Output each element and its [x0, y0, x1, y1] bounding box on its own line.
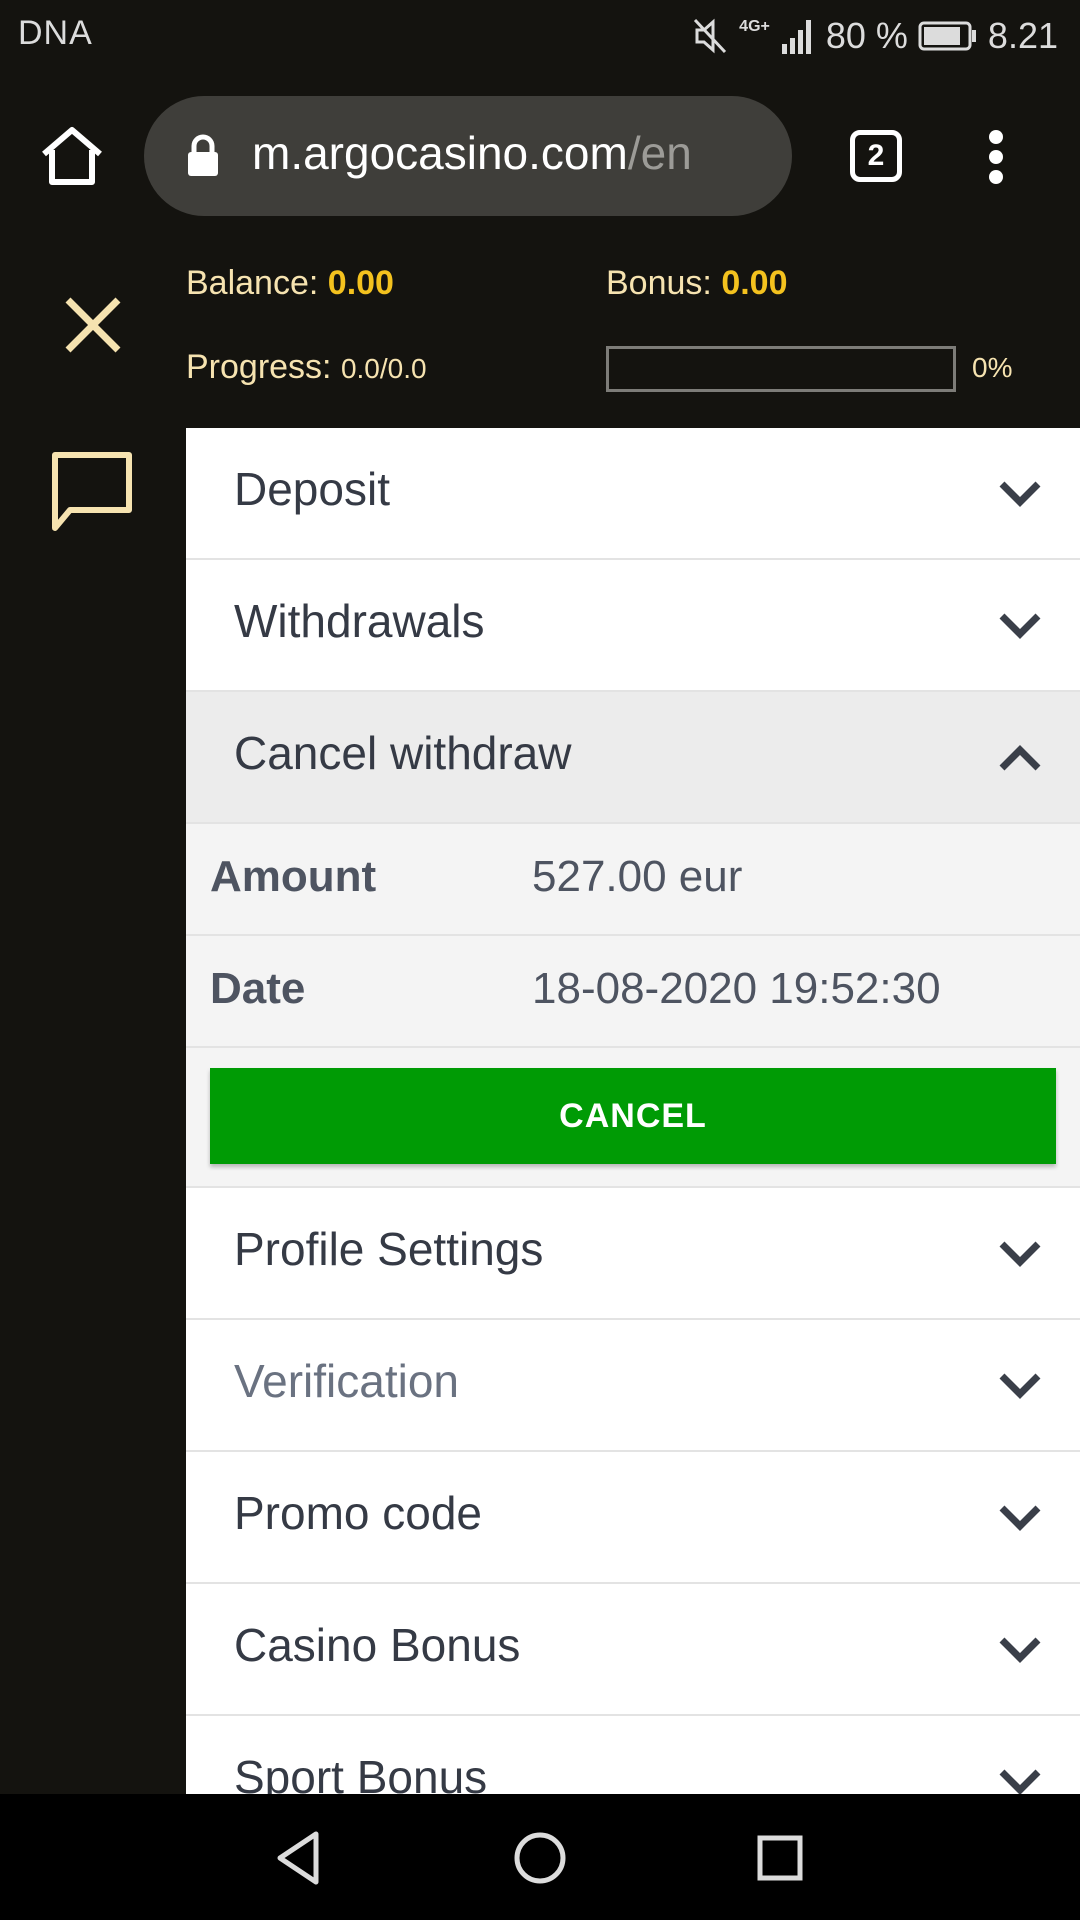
menu-item-casino-bonus[interactable]: Casino Bonus — [186, 1584, 1080, 1716]
date-value: 18-08-2020 19:52:30 — [532, 964, 941, 1013]
progress-value: 0.0/0.0 — [340, 353, 427, 384]
recents-icon[interactable] — [748, 1826, 812, 1890]
navigation-bar — [0, 1794, 1080, 1920]
carrier-name: DNA — [18, 14, 93, 52]
home-icon[interactable] — [38, 124, 106, 188]
tab-switcher-button[interactable]: 2 — [850, 130, 902, 182]
amount-value: 527.00 eur — [532, 852, 743, 901]
menu-item-deposit[interactable]: Deposit — [186, 428, 1080, 560]
menu-item-label: Withdrawals — [234, 595, 485, 647]
cancel-button-container: CANCEL — [186, 1048, 1080, 1188]
menu-item-label: Verification — [234, 1355, 460, 1407]
menu-item-verification[interactable]: Verification — [186, 1320, 1080, 1452]
lock-icon — [188, 134, 218, 176]
back-icon[interactable] — [268, 1826, 332, 1890]
chevron-down-icon — [999, 481, 1041, 507]
battery-icon — [918, 21, 976, 51]
chevron-down-icon — [999, 613, 1041, 639]
balance-display: Balance: 0.00 — [186, 264, 394, 303]
chevron-down-icon — [999, 1505, 1041, 1531]
cancel-withdraw-button[interactable]: CANCEL — [210, 1068, 1056, 1164]
browser-toolbar: m.argocasino.com/en 2 — [0, 72, 1080, 240]
withdraw-date-row: Date 18-08-2020 19:52:30 — [186, 936, 1080, 1048]
network-type: 4G+ — [739, 18, 770, 35]
status-bar: DNA 4G+ 80 % 8.21 — [0, 0, 1080, 72]
menu-item-label: Casino Bonus — [234, 1619, 521, 1671]
bonus-display: Bonus: 0.00 — [606, 264, 788, 303]
mute-icon — [694, 18, 727, 54]
balance-label: Balance: — [186, 264, 319, 302]
balance-value: 0.00 — [327, 264, 394, 302]
address-bar[interactable]: m.argocasino.com/en — [144, 96, 792, 216]
chevron-down-icon — [999, 1637, 1041, 1663]
url-path: /en — [627, 127, 692, 179]
progress-display: Progress: 0.0/0.0 — [186, 348, 427, 387]
chevron-down-icon — [999, 1241, 1041, 1267]
bonus-value: 0.00 — [721, 264, 788, 302]
amount-label: Amount — [210, 852, 377, 901]
home-circle-icon[interactable] — [508, 1826, 572, 1890]
progress-label: Progress: — [186, 348, 332, 386]
chevron-down-icon — [999, 1373, 1041, 1399]
status-icons: 4G+ 80 % 8.21 — [693, 12, 1058, 60]
battery-percent: 80 % — [825, 15, 908, 56]
withdraw-amount-row: Amount 527.00 eur — [186, 824, 1080, 936]
menu-item-label: Deposit — [234, 463, 390, 515]
clock: 8.21 — [987, 15, 1058, 56]
chat-icon[interactable] — [50, 450, 134, 534]
menu-item-promo-code[interactable]: Promo code — [186, 1452, 1080, 1584]
menu-item-label: Promo code — [234, 1487, 483, 1539]
progress-percent: 0% — [972, 352, 1013, 383]
menu-item-sport-bonus[interactable]: Sport Bonus — [186, 1716, 1080, 1794]
menu-item-label: Sport Bonus — [234, 1751, 488, 1794]
url-text[interactable]: m.argocasino.com/en — [252, 126, 692, 180]
close-icon[interactable] — [62, 294, 124, 356]
menu-item-profile-settings[interactable]: Profile Settings — [186, 1188, 1080, 1320]
account-menu-panel: Deposit Withdrawals Cancel withdraw Amou… — [186, 428, 1080, 1794]
progress-bar — [606, 346, 956, 392]
chevron-down-icon — [999, 1769, 1041, 1794]
signal-icon — [781, 20, 811, 54]
account-info-bar: Balance: 0.00 Bonus: 0.00 Progress: 0.0/… — [186, 240, 1080, 428]
more-options-icon[interactable] — [986, 130, 1006, 186]
url-host: m.argocasino.com — [252, 127, 628, 179]
menu-item-label: Cancel withdraw — [234, 727, 572, 779]
menu-item-cancel-withdraw[interactable]: Cancel withdraw — [186, 692, 1080, 824]
date-label: Date — [210, 964, 306, 1013]
menu-item-label: Profile Settings — [234, 1223, 544, 1275]
chevron-up-icon — [999, 745, 1041, 771]
bonus-label: Bonus: — [606, 264, 712, 302]
menu-item-withdrawals[interactable]: Withdrawals — [186, 560, 1080, 692]
